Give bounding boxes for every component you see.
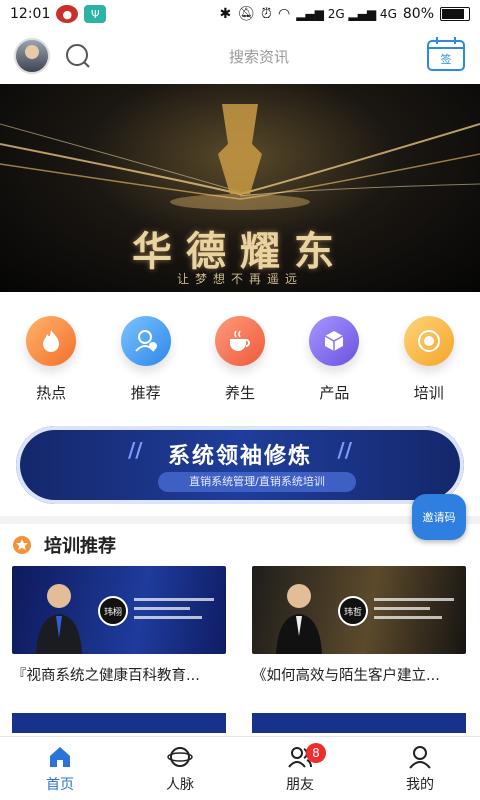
tab-label: 我的 [406, 776, 434, 793]
medal-icon [13, 536, 31, 554]
tea-cup-icon [214, 316, 265, 366]
category-training[interactable]: 培训 [389, 316, 469, 414]
training-section-header: 培训推荐 [0, 524, 480, 566]
status-left: 12:01 ● Ψ [10, 5, 107, 23]
home-icon [50, 746, 70, 767]
hero-banner[interactable]: 华德耀东 让梦想不再遥远 [0, 84, 480, 292]
category-health[interactable]: 养生 [200, 316, 280, 414]
card-thumbnail: 玮栩 [12, 566, 226, 654]
card-text-lines [134, 598, 214, 625]
training-card-list: 玮栩 『视商系统之健康百科教育... 玮哲 《如何高效与陌生客户建立... [0, 566, 480, 685]
tab-label: 朋友 [286, 776, 314, 793]
status-right: ✱ 🔕︎ ⏰︎ ◠ ▂▄▆ 2G ▂▄▆ 4G 80% [220, 6, 470, 22]
training-card[interactable]: 玮哲 《如何高效与陌生客户建立... [252, 566, 466, 685]
calendar-label: 签 [440, 53, 452, 66]
tab-home[interactable]: 首页 [0, 737, 120, 800]
category-label: 产品 [319, 384, 350, 402]
bottom-tab-bar: 首页 人脉 朋友 8 我的 [0, 736, 480, 800]
speaker-name-badge: 玮哲 [338, 596, 368, 626]
promo-subtitle: 直销系统管理/直销系统培训 [158, 472, 356, 492]
speaker-photo [36, 584, 82, 654]
card-thumbnail: 玮哲 [252, 566, 466, 654]
banner-subtitle: 让梦想不再遥远 [176, 272, 303, 286]
avatar[interactable] [14, 38, 50, 74]
news-app-icon: ● [56, 5, 79, 23]
network-icon [167, 746, 193, 767]
category-label: 推荐 [130, 384, 161, 402]
training-card[interactable]: 玮栩 『视商系统之健康百科教育... [12, 566, 226, 685]
profile-icon [409, 745, 431, 769]
usb-icon: Ψ [84, 5, 107, 23]
wifi-icon: ◠ [277, 6, 291, 22]
category-label: 培训 [413, 384, 444, 402]
search-input[interactable]: 搜索资讯 [106, 46, 412, 67]
target-icon [403, 316, 454, 366]
category-label: 养生 [224, 384, 255, 402]
promo-title: 系统领袖修炼 [167, 444, 312, 469]
tab-network[interactable]: 人脉 [120, 737, 240, 800]
search-icon[interactable] [64, 42, 92, 70]
banner-title: 华德耀东 [132, 228, 348, 275]
fire-icon [26, 316, 77, 366]
tab-label: 首页 [46, 776, 74, 793]
signal-text: ▂▄▆ 2G ▂▄▆ 4G [296, 7, 397, 21]
category-hot[interactable]: 热点 [11, 316, 91, 414]
category-product[interactable]: 产品 [294, 316, 374, 414]
tab-label: 人脉 [166, 776, 194, 793]
speaker-name-badge: 玮栩 [98, 596, 128, 626]
alarm-icon: ⏰︎ [261, 6, 272, 22]
category-grid: 热点 推荐 养生 产品 培训 [0, 292, 480, 414]
recommend-user-icon [120, 316, 171, 366]
status-bar: 12:01 ● Ψ ✱ 🔕︎ ⏰︎ ◠ ▂▄▆ 2G ▂▄▆ 4G 80% [0, 0, 480, 28]
promo-decoration: // [337, 438, 352, 462]
unread-badge: 8 [306, 743, 326, 763]
speaker-photo [276, 584, 322, 654]
status-time: 12:01 [10, 6, 51, 22]
tab-profile[interactable]: 我的 [360, 737, 480, 800]
cube-icon [309, 316, 360, 366]
next-cards-peek [0, 713, 480, 733]
checkin-calendar-button[interactable]: 签 [426, 36, 466, 76]
category-label: 热点 [36, 384, 67, 402]
top-bar: 搜索资讯 签 [0, 28, 480, 84]
invite-code-button[interactable]: 邀请码 [412, 494, 466, 540]
mute-bell-icon: 🔕︎ [237, 6, 256, 22]
battery-percent: 80% [402, 6, 434, 22]
category-recommend[interactable]: 推荐 [106, 316, 186, 414]
bluetooth-icon: ✱ [219, 6, 232, 22]
card-title: 『视商系统之健康百科教育... [12, 668, 200, 684]
promo-banner[interactable]: // 系统领袖修炼 // 直销系统管理/直销系统培训 [16, 426, 464, 504]
card-title: 《如何高效与陌生客户建立... [252, 668, 440, 684]
tab-friends[interactable]: 朋友 8 [240, 737, 360, 800]
section-divider [0, 516, 480, 524]
section-title: 培训推荐 [44, 536, 116, 557]
card-text-lines [374, 598, 454, 625]
battery-icon [440, 7, 470, 21]
